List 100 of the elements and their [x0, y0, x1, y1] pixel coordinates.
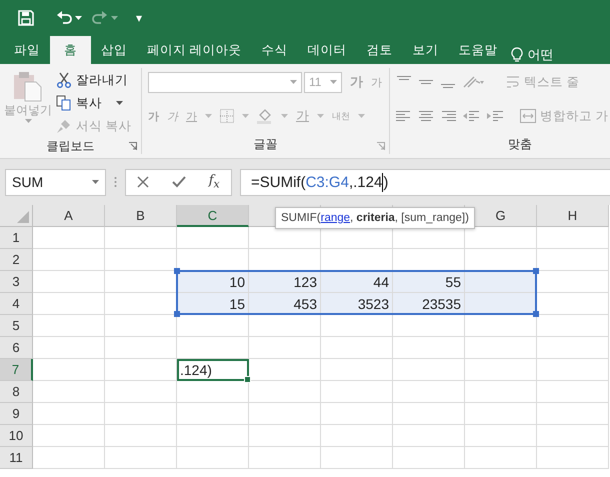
select-all-corner[interactable]	[0, 205, 33, 227]
dialog-launcher-icon[interactable]	[377, 142, 385, 150]
table-cell[interactable]	[249, 425, 321, 447]
table-cell[interactable]	[537, 381, 609, 403]
table-cell[interactable]: 453	[249, 293, 321, 315]
table-cell[interactable]	[321, 227, 393, 249]
table-cell[interactable]	[33, 293, 105, 315]
row-header[interactable]: 9	[0, 403, 33, 425]
column-header[interactable]: B	[105, 205, 177, 227]
table-cell[interactable]	[249, 403, 321, 425]
table-cell[interactable]	[393, 425, 465, 447]
table-cell[interactable]: 3523	[321, 293, 393, 315]
table-cell[interactable]	[33, 359, 105, 381]
table-cell[interactable]	[105, 337, 177, 359]
save-icon[interactable]	[18, 10, 34, 26]
row-header[interactable]: 5	[0, 315, 33, 337]
table-cell[interactable]	[393, 403, 465, 425]
select-all-icon[interactable]	[17, 211, 29, 223]
table-cell[interactable]	[321, 315, 393, 337]
table-cell[interactable]	[177, 337, 249, 359]
ribbon-tab[interactable]: 보기	[402, 36, 448, 64]
table-cell[interactable]	[177, 425, 249, 447]
table-cell[interactable]	[321, 447, 393, 469]
ribbon-tab[interactable]: 도움말	[448, 36, 508, 64]
cut-button[interactable]: 잘라내기	[56, 70, 132, 90]
table-cell[interactable]	[465, 403, 537, 425]
table-cell[interactable]	[321, 425, 393, 447]
table-cell[interactable]	[177, 315, 249, 337]
table-cell[interactable]	[177, 447, 249, 469]
table-cell[interactable]	[321, 403, 393, 425]
align-right-icon[interactable]	[440, 109, 456, 123]
table-cell[interactable]	[33, 447, 105, 469]
row-header[interactable]: 8	[0, 381, 33, 403]
table-cell[interactable]	[465, 337, 537, 359]
row-header[interactable]: 1	[0, 227, 33, 249]
table-cell[interactable]	[249, 227, 321, 249]
row-header[interactable]: 6	[0, 337, 33, 359]
table-cell[interactable]	[105, 447, 177, 469]
column-header[interactable]: A	[33, 205, 105, 227]
table-cell[interactable]: 44	[321, 271, 393, 293]
copy-button[interactable]: 복사	[56, 93, 132, 113]
close-icon[interactable]	[137, 176, 150, 188]
ribbon-tab[interactable]: 파일	[4, 36, 50, 64]
table-cell[interactable]	[177, 381, 249, 403]
font-name-field[interactable]	[148, 72, 302, 92]
ribbon-tab[interactable]: 홈	[50, 36, 91, 64]
align-left-icon[interactable]	[396, 109, 412, 123]
customize-toolbar-button[interactable]: ▾	[136, 11, 142, 25]
table-cell[interactable]	[393, 315, 465, 337]
table-cell[interactable]	[105, 359, 177, 381]
table-cell[interactable]	[33, 337, 105, 359]
dialog-launcher-icon[interactable]	[129, 142, 137, 150]
table-cell[interactable]	[537, 447, 609, 469]
caret-icon[interactable]	[116, 101, 123, 105]
table-cell[interactable]	[33, 227, 105, 249]
ribbon-tab[interactable]: 검토	[356, 36, 402, 64]
table-cell[interactable]	[393, 359, 465, 381]
argument-link[interactable]: range	[320, 212, 350, 224]
column-header[interactable]: H	[537, 205, 609, 227]
table-cell[interactable]	[105, 249, 177, 271]
formula-field[interactable]: =SUMif(C3:G4,.124)	[240, 168, 610, 196]
table-cell[interactable]	[465, 315, 537, 337]
table-cell[interactable]	[321, 337, 393, 359]
table-cell[interactable]	[537, 227, 609, 249]
table-cell[interactable]	[105, 425, 177, 447]
ribbon-tab[interactable]: 페이지 레이아웃	[137, 36, 252, 64]
table-cell[interactable]	[393, 337, 465, 359]
align-center-icon[interactable]	[418, 109, 434, 123]
row-header[interactable]: 3	[0, 271, 33, 293]
row-header[interactable]: 2	[0, 249, 33, 271]
table-cell[interactable]	[105, 315, 177, 337]
drag-handle-icon[interactable]	[114, 176, 117, 188]
table-cell[interactable]	[537, 315, 609, 337]
tell-me-search[interactable]: 어떤	[511, 46, 554, 64]
ribbon-tab[interactable]: 수식	[251, 36, 298, 64]
row-header[interactable]: 11	[0, 447, 33, 469]
decrease-indent-icon[interactable]	[462, 109, 480, 123]
name-box[interactable]: SUM	[5, 168, 106, 196]
table-cell[interactable]	[249, 315, 321, 337]
orientation-icon[interactable]	[462, 75, 486, 89]
table-cell[interactable]	[537, 293, 609, 315]
table-cell[interactable]	[321, 381, 393, 403]
table-cell[interactable]	[105, 381, 177, 403]
insert-function-button[interactable]: f$_{x}$	[208, 173, 220, 191]
table-cell[interactable]	[33, 315, 105, 337]
table-cell[interactable]: 55	[393, 271, 465, 293]
table-cell[interactable]	[393, 227, 465, 249]
table-cell[interactable]	[33, 271, 105, 293]
table-cell[interactable]	[465, 227, 537, 249]
table-cell[interactable]	[465, 271, 537, 293]
table-cell[interactable]	[33, 425, 105, 447]
borders-icon[interactable]	[220, 109, 234, 123]
caret-icon[interactable]	[92, 180, 99, 184]
ribbon-tab[interactable]: 데이터	[297, 36, 356, 64]
ribbon-tab[interactable]: 삽입	[91, 36, 137, 64]
column-header[interactable]: C	[177, 205, 249, 227]
checkmark-icon[interactable]	[172, 176, 186, 188]
table-cell[interactable]	[393, 447, 465, 469]
table-cell[interactable]	[33, 249, 105, 271]
row-header[interactable]: 7	[0, 359, 33, 381]
